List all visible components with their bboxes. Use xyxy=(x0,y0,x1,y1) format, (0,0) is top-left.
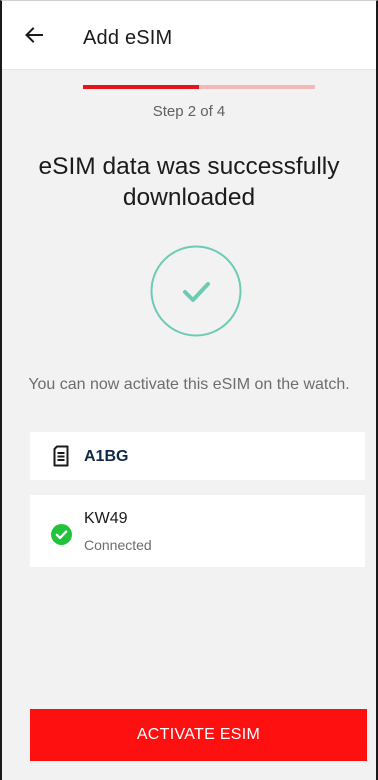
step-progress-fill xyxy=(83,85,199,89)
checkmark-circle-icon xyxy=(150,245,242,337)
step-progress-bar xyxy=(83,85,315,89)
back-button[interactable] xyxy=(18,19,50,51)
arrow-left-icon xyxy=(25,27,43,43)
connected-check-icon xyxy=(51,524,72,545)
sim-card-row: A1BG xyxy=(30,432,365,480)
screen: Add eSIM Step 2 of 4 eSIM data was succe… xyxy=(0,0,378,780)
watch-card-row: KW49 Connected xyxy=(30,495,365,567)
success-headline: eSIM data was successfully downloaded xyxy=(38,153,340,211)
success-message: You can now activate this eSIM on the wa… xyxy=(28,376,350,393)
sim-card-icon xyxy=(53,445,69,467)
app-bar: Add eSIM xyxy=(2,1,376,70)
watch-name: KW49 xyxy=(84,510,128,527)
activate-esim-button[interactable]: ACTIVATE ESIM xyxy=(30,709,367,761)
sim-name: A1BG xyxy=(84,448,129,465)
page-title: Add eSIM xyxy=(83,27,173,49)
connection-status: Connected xyxy=(84,537,152,553)
step-label: Step 2 of 4 xyxy=(152,103,226,120)
